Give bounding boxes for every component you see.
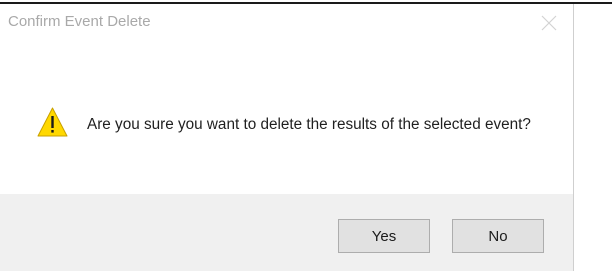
button-bar: Yes No <box>0 194 573 271</box>
title-bar[interactable]: Confirm Event Delete <box>0 4 573 37</box>
yes-button[interactable]: Yes <box>338 219 430 253</box>
close-icon <box>541 15 557 31</box>
close-button[interactable] <box>540 14 558 32</box>
dialog-title: Confirm Event Delete <box>8 13 151 30</box>
no-button[interactable]: No <box>452 219 544 253</box>
warning-icon <box>37 107 68 137</box>
confirm-dialog: Confirm Event Delete Are you sure you wa… <box>0 4 574 271</box>
dialog-content: Are you sure you want to delete the resu… <box>0 37 573 167</box>
confirmation-message: Are you sure you want to delete the resu… <box>87 116 531 133</box>
screen: Confirm Event Delete Are you sure you wa… <box>0 0 612 271</box>
